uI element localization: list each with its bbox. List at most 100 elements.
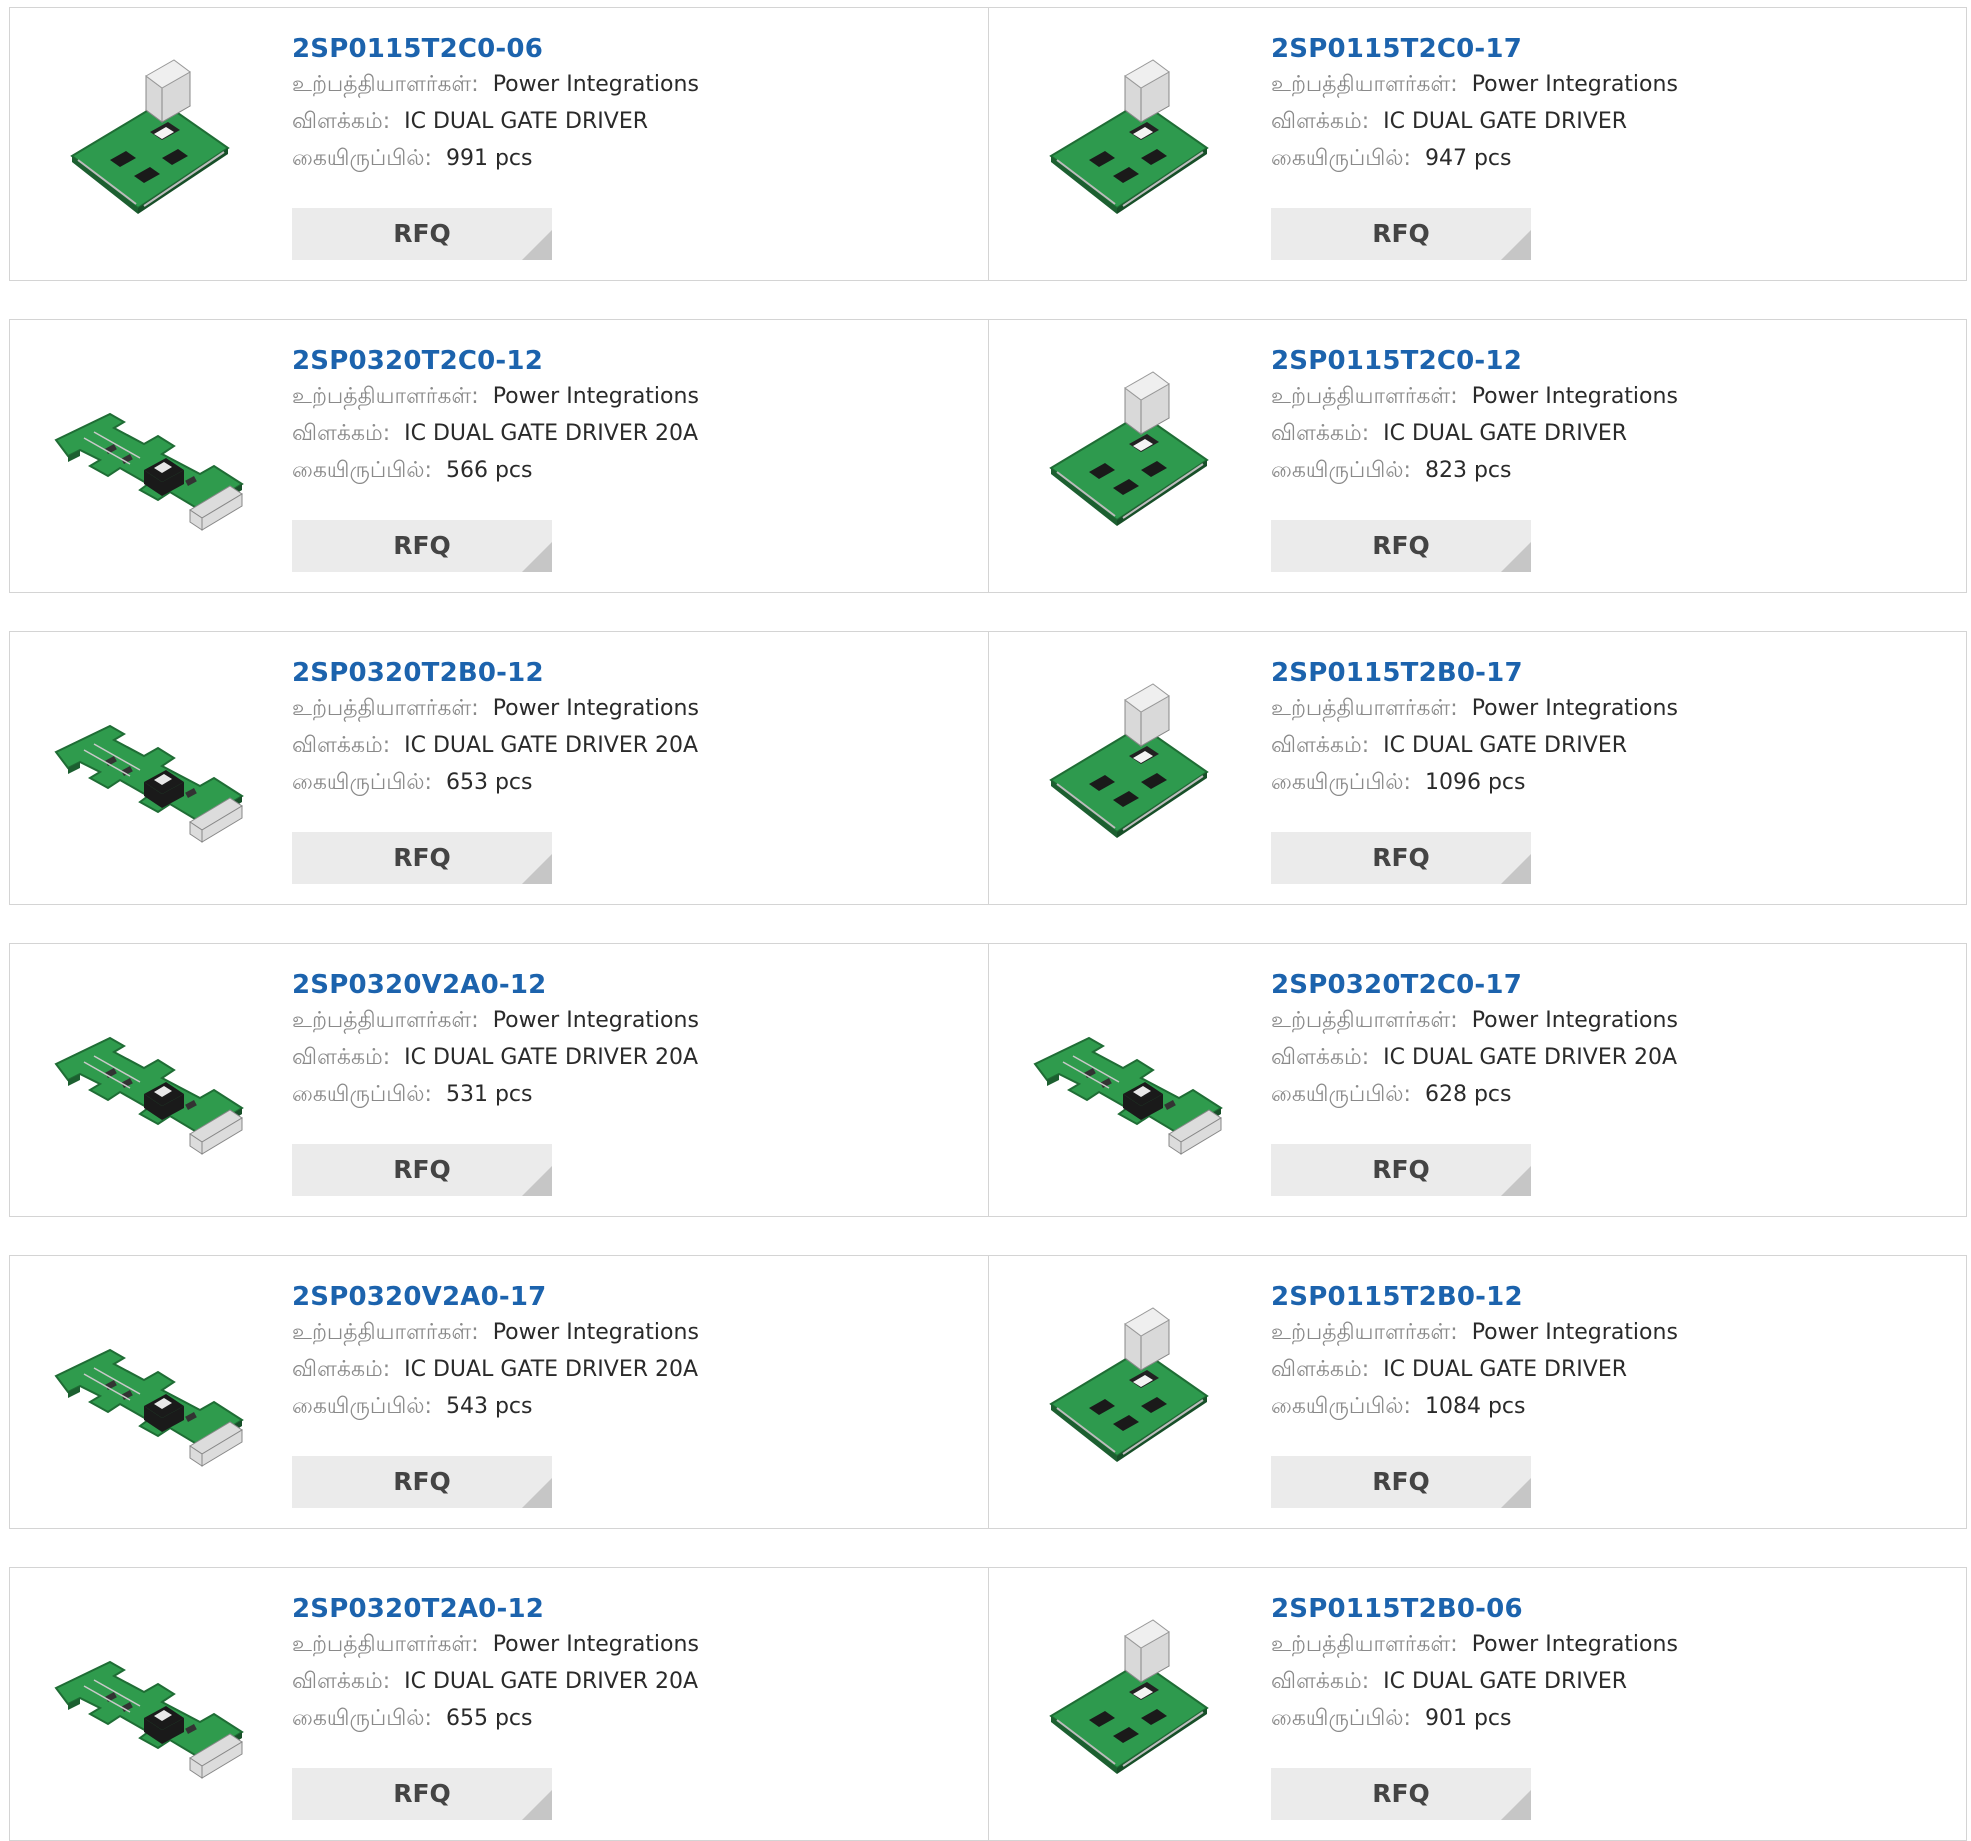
- corner-triangle-icon: [1501, 230, 1531, 260]
- product-image[interactable]: [1029, 1296, 1229, 1496]
- part-number-link[interactable]: 2SP0320T2B0-12: [292, 656, 978, 690]
- gate-driver-board-wide-icon: [50, 1608, 250, 1808]
- rfq-button[interactable]: RFQ: [1271, 1144, 1531, 1196]
- product-row: 2SP0320V2A0-17 உற்பத்தியாளர்கள்: Power In…: [9, 1255, 1967, 1529]
- description-line: விளக்கம்: IC DUAL GATE DRIVER 20A: [1271, 1039, 1956, 1076]
- description-value: IC DUAL GATE DRIVER 20A: [1383, 1045, 1678, 1070]
- rfq-button[interactable]: RFQ: [1271, 1768, 1531, 1820]
- description-label: விளக்கம்:: [1271, 733, 1370, 758]
- part-number-link[interactable]: 2SP0320T2A0-12: [292, 1592, 978, 1626]
- stock-label: கையிருப்பில்:: [1271, 1706, 1411, 1731]
- product-image[interactable]: [1029, 48, 1229, 248]
- product-image[interactable]: [50, 48, 250, 248]
- rfq-button[interactable]: RFQ: [292, 1144, 552, 1196]
- product-row: 2SP0320T2C0-12 உற்பத்தியாளர்கள்: Power In…: [9, 319, 1967, 593]
- stock-line: கையிருப்பில்: 628 pcs: [1271, 1076, 1956, 1113]
- stock-line: கையிருப்பில்: 901 pcs: [1271, 1700, 1956, 1737]
- rfq-label: RFQ: [1372, 843, 1430, 872]
- part-number-link[interactable]: 2SP0115T2C0-17: [1271, 32, 1956, 66]
- stock-value: 543 pcs: [445, 1394, 533, 1419]
- rfq-button[interactable]: RFQ: [1271, 520, 1531, 572]
- gate-driver-board-wide-icon: [50, 360, 250, 560]
- stock-value: 1096 pcs: [1424, 770, 1526, 795]
- product-image[interactable]: [1029, 672, 1229, 872]
- corner-triangle-icon: [522, 1166, 552, 1196]
- rfq-label: RFQ: [1372, 531, 1430, 560]
- description-value: IC DUAL GATE DRIVER: [1383, 1669, 1627, 1694]
- manufacturer-value: Power Integrations: [492, 1320, 699, 1345]
- part-number-link[interactable]: 2SP0115T2B0-17: [1271, 656, 1956, 690]
- product-card: 2SP0320T2C0-12 உற்பத்தியாளர்கள்: Power In…: [10, 320, 988, 592]
- rfq-button[interactable]: RFQ: [292, 832, 552, 884]
- product-info: 2SP0320V2A0-12 உற்பத்தியாளர்கள்: Power In…: [292, 968, 978, 1113]
- stock-label: கையிருப்பில்:: [292, 770, 432, 795]
- product-card: 2SP0115T2C0-17 உற்பத்தியாளர்கள்: Power In…: [988, 8, 1966, 280]
- manufacturer-value: Power Integrations: [492, 1632, 699, 1657]
- manufacturer-value: Power Integrations: [1471, 1008, 1678, 1033]
- product-image[interactable]: [1029, 984, 1229, 1184]
- description-label: விளக்கம்:: [292, 733, 391, 758]
- corner-triangle-icon: [1501, 1790, 1531, 1820]
- manufacturer-value: Power Integrations: [1471, 72, 1678, 97]
- rfq-button[interactable]: RFQ: [292, 520, 552, 572]
- product-row: 2SP0115T2C0-06 உற்பத்தியாளர்கள்: Power In…: [9, 7, 1967, 281]
- manufacturer-label: உற்பத்தியாளர்கள்:: [292, 72, 479, 97]
- manufacturer-label: உற்பத்தியாளர்கள்:: [292, 696, 479, 721]
- part-number-link[interactable]: 2SP0115T2C0-12: [1271, 344, 1956, 378]
- part-number-link[interactable]: 2SP0320T2C0-17: [1271, 968, 1956, 1002]
- product-image[interactable]: [50, 672, 250, 872]
- rfq-button[interactable]: RFQ: [1271, 832, 1531, 884]
- manufacturer-line: உற்பத்தியாளர்கள்: Power Integrations: [292, 1626, 978, 1663]
- description-label: விளக்கம்:: [292, 1045, 391, 1070]
- part-number-link[interactable]: 2SP0115T2B0-06: [1271, 1592, 1956, 1626]
- stock-value: 628 pcs: [1424, 1082, 1512, 1107]
- rfq-label: RFQ: [1372, 219, 1430, 248]
- corner-triangle-icon: [1501, 1478, 1531, 1508]
- rfq-label: RFQ: [1372, 1155, 1430, 1184]
- part-number-link[interactable]: 2SP0320V2A0-12: [292, 968, 978, 1002]
- stock-value: 823 pcs: [1424, 458, 1512, 483]
- manufacturer-value: Power Integrations: [492, 72, 699, 97]
- product-info: 2SP0115T2C0-06 உற்பத்தியாளர்கள்: Power In…: [292, 32, 978, 177]
- manufacturer-label: உற்பத்தியாளர்கள்:: [1271, 1320, 1458, 1345]
- stock-line: கையிருப்பில்: 531 pcs: [292, 1076, 978, 1113]
- part-number-link[interactable]: 2SP0320T2C0-12: [292, 344, 978, 378]
- stock-value: 531 pcs: [445, 1082, 533, 1107]
- part-number-link[interactable]: 2SP0115T2B0-12: [1271, 1280, 1956, 1314]
- description-label: விளக்கம்:: [292, 109, 391, 134]
- rfq-label: RFQ: [1372, 1467, 1430, 1496]
- stock-line: கையிருப்பில்: 566 pcs: [292, 452, 978, 489]
- product-row: 2SP0320T2B0-12 உற்பத்தியாளர்கள்: Power In…: [9, 631, 1967, 905]
- manufacturer-value: Power Integrations: [1471, 1632, 1678, 1657]
- part-number-link[interactable]: 2SP0115T2C0-06: [292, 32, 978, 66]
- product-image[interactable]: [50, 1608, 250, 1808]
- description-line: விளக்கம்: IC DUAL GATE DRIVER: [1271, 415, 1956, 452]
- product-image[interactable]: [1029, 360, 1229, 560]
- rfq-button[interactable]: RFQ: [1271, 208, 1531, 260]
- manufacturer-label: உற்பத்தியாளர்கள்:: [292, 1320, 479, 1345]
- manufacturer-line: உற்பத்தியாளர்கள்: Power Integrations: [292, 690, 978, 727]
- corner-triangle-icon: [522, 1478, 552, 1508]
- rfq-button[interactable]: RFQ: [292, 1768, 552, 1820]
- rfq-button[interactable]: RFQ: [1271, 1456, 1531, 1508]
- part-number-link[interactable]: 2SP0320V2A0-17: [292, 1280, 978, 1314]
- manufacturer-value: Power Integrations: [492, 1008, 699, 1033]
- rfq-button[interactable]: RFQ: [292, 208, 552, 260]
- product-image[interactable]: [50, 1296, 250, 1496]
- manufacturer-line: உற்பத்தியாளர்கள்: Power Integrations: [1271, 1002, 1956, 1039]
- product-image[interactable]: [1029, 1608, 1229, 1808]
- description-value: IC DUAL GATE DRIVER: [1383, 733, 1627, 758]
- product-image[interactable]: [50, 360, 250, 560]
- product-row: 2SP0320V2A0-12 உற்பத்தியாளர்கள்: Power In…: [9, 943, 1967, 1217]
- manufacturer-value: Power Integrations: [1471, 696, 1678, 721]
- product-image[interactable]: [50, 984, 250, 1184]
- stock-line: கையிருப்பில்: 655 pcs: [292, 1700, 978, 1737]
- description-line: விளக்கம்: IC DUAL GATE DRIVER: [1271, 1663, 1956, 1700]
- rfq-button[interactable]: RFQ: [292, 1456, 552, 1508]
- product-info: 2SP0320T2A0-12 உற்பத்தியாளர்கள்: Power In…: [292, 1592, 978, 1737]
- description-value: IC DUAL GATE DRIVER 20A: [404, 1045, 699, 1070]
- stock-value: 901 pcs: [1424, 1706, 1512, 1731]
- gate-driver-board-compact-icon: [1029, 672, 1229, 872]
- gate-driver-board-compact-icon: [1029, 1296, 1229, 1496]
- stock-value: 655 pcs: [445, 1706, 533, 1731]
